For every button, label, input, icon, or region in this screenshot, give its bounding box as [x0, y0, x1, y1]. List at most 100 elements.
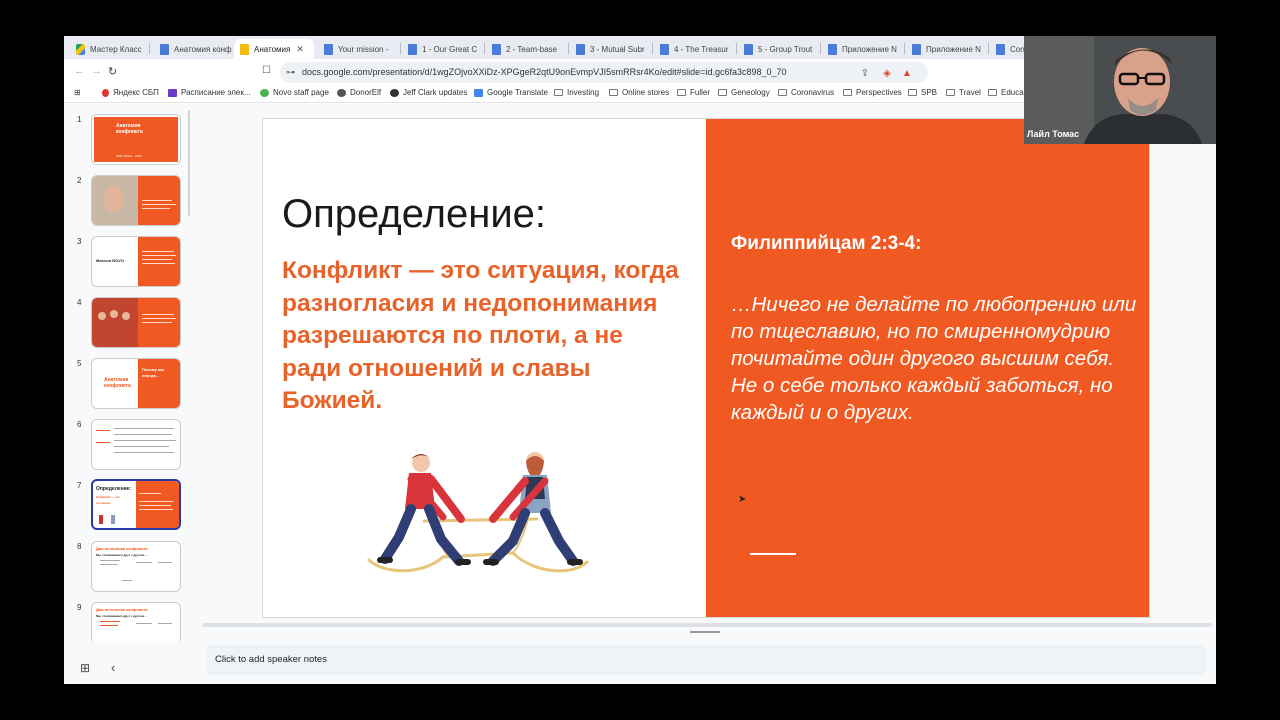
- bookmark-donorelf[interactable]: DonorElf: [337, 88, 381, 97]
- folder-icon: [677, 89, 686, 96]
- forward-icon[interactable]: →: [91, 65, 102, 77]
- bookmark-geneology[interactable]: Geneology: [718, 88, 770, 97]
- slide-definition[interactable]: Конфликт — это ситуация, когда разноглас…: [282, 255, 682, 418]
- speaker-notes[interactable]: Click to add speaker notes: [207, 645, 1206, 675]
- tab-master-class[interactable]: Мастер Класс: [70, 39, 146, 59]
- slide-thumbnail-2[interactable]: [91, 175, 181, 226]
- tug-of-war-illustration[interactable]: [363, 449, 593, 579]
- site-icon: [390, 88, 399, 97]
- bookmark-schedule[interactable]: Расписание элек...: [168, 88, 251, 97]
- bookmark-perspectives[interactable]: Perspectives: [843, 88, 902, 97]
- slide-number: 5: [77, 359, 82, 368]
- verse-reference[interactable]: Филиппийцам 2:3-4:: [731, 233, 921, 255]
- bookmark-online-stores[interactable]: Online stores: [609, 88, 669, 97]
- slide-canvas: Определение: Конфликт — это ситуация, ко…: [198, 104, 1216, 659]
- pin-icon: [102, 88, 109, 97]
- slide-thumbnail-5[interactable]: Анатомия конфликта Почему мы иногда...: [91, 358, 181, 409]
- tab-treasure[interactable]: 4 - The Treasur: [654, 39, 734, 59]
- site-icon: [260, 88, 269, 97]
- site-info-icon[interactable]: ⊶: [286, 67, 295, 78]
- docs-icon: [492, 43, 501, 55]
- tab-mutual-submission[interactable]: 3 - Mutual Subr: [570, 39, 650, 59]
- video-call-tile[interactable]: Лайл Томас: [1024, 36, 1216, 144]
- thumb-title: Анатомия конфликта: [116, 123, 143, 135]
- folder-icon: [778, 89, 787, 96]
- slides-editor: 1 Анатомия конфликта Лайл Томас · 2023 2…: [64, 104, 1216, 684]
- tab-group-trouble[interactable]: 5 - Group Trout: [738, 39, 818, 59]
- slide-number: 8: [77, 542, 82, 551]
- portrait-photo: [92, 176, 138, 225]
- participant-name: Лайл Томас: [1027, 129, 1080, 139]
- thumb-subtitle: Мы сталкиваемся друг с другом...: [96, 614, 147, 618]
- slides-icon: [240, 43, 249, 55]
- bookmark-fuller[interactable]: Fuller: [677, 88, 710, 97]
- slide-thumbnail-3[interactable]: Миссия NOVO: [91, 236, 181, 287]
- reload-icon[interactable]: ↻: [108, 65, 117, 78]
- thumb-figure: [111, 515, 115, 524]
- verse-panel[interactable]: Филиппийцам 2:3-4: …Ничего не делайте по…: [706, 119, 1149, 617]
- thumb-title: Анатомия конфликта: [104, 377, 131, 389]
- slide-number: 4: [77, 298, 82, 307]
- filmstrip-scrollbar[interactable]: [188, 110, 190, 216]
- thumb-title: Определение:: [96, 486, 132, 492]
- site-icon: [337, 88, 346, 97]
- slide-thumbnail-1[interactable]: Анатомия конфликта Лайл Томас · 2023: [91, 114, 181, 165]
- bookmark-coronavirus[interactable]: Coronavirus: [778, 88, 834, 97]
- slide-number: 1: [77, 115, 82, 124]
- slide-number: 6: [77, 420, 82, 429]
- slide-thumbnail-6[interactable]: [91, 419, 181, 470]
- brave-shield-icon[interactable]: ◈: [880, 67, 894, 81]
- collapse-filmstrip-icon[interactable]: ‹: [111, 660, 115, 675]
- rewards-icon[interactable]: ▲: [900, 67, 914, 81]
- apps-icon[interactable]: ⊞: [74, 88, 81, 97]
- tab-your-mission[interactable]: Your mission -: [318, 39, 398, 59]
- folder-icon: [946, 89, 955, 96]
- slide-title[interactable]: Определение:: [282, 192, 546, 237]
- bookmark-novo-staff[interactable]: Novo staff page: [260, 88, 329, 97]
- view-controls: ⊞ ‹: [64, 657, 194, 684]
- bookmark-page-icon[interactable]: ☐: [262, 65, 271, 76]
- slide-thumbnail-9[interactable]: Два источника конфликта Мы сталкиваемся …: [91, 602, 181, 641]
- group-photo: [92, 298, 138, 347]
- grid-view-icon[interactable]: ⊞: [80, 661, 90, 675]
- slide-thumbnail-4[interactable]: [91, 297, 181, 348]
- bookmark-spb[interactable]: SPB: [908, 88, 937, 97]
- tab-anatomy-slides[interactable]: Анатомия ✕: [234, 39, 314, 59]
- tab-team-based[interactable]: 2 - Team-base: [486, 39, 566, 59]
- bookmark-education[interactable]: Educa: [988, 88, 1024, 97]
- slide-thumbnail-7[interactable]: Определение: Конфликт — это ситуация...: [91, 479, 181, 530]
- docs-icon: [912, 43, 921, 55]
- slide-thumbnail-8[interactable]: Два источника конфликта Мы сталкиваемся …: [91, 541, 181, 592]
- drive-icon: [76, 43, 85, 55]
- verse-text[interactable]: …Ничего не делайте по любопрению или по …: [731, 291, 1141, 426]
- address-bar[interactable]: ⊶ docs.google.com/presentation/d/1wgZOjv…: [280, 62, 928, 83]
- thumb-subtitle: Мы сталкиваемся друг с другом...: [96, 553, 147, 557]
- back-icon[interactable]: ←: [74, 65, 85, 77]
- tab-our-great[interactable]: 1 - Our Great C: [402, 39, 482, 59]
- docs-icon: [828, 43, 837, 55]
- thumb-side-text: Почему мы иногда...: [142, 367, 165, 378]
- bookmark-jeff-clark[interactable]: Jeff Clark updates: [390, 88, 467, 97]
- notes-resize-handle[interactable]: [690, 631, 720, 633]
- folder-icon: [843, 89, 852, 96]
- bookmark-travel[interactable]: Travel: [946, 88, 981, 97]
- translate-icon: [474, 88, 483, 97]
- docs-icon: [576, 43, 585, 55]
- docs-icon: [660, 43, 669, 55]
- tab-anatomy-doc[interactable]: Анатомия конф: [154, 39, 232, 59]
- share-icon[interactable]: ⇪: [858, 67, 872, 81]
- thumb-figure: [99, 515, 103, 524]
- current-slide[interactable]: Определение: Конфликт — это ситуация, ко…: [262, 118, 1150, 618]
- bookmark-google-translate[interactable]: Google Translate: [474, 88, 548, 97]
- docs-icon: [408, 43, 417, 55]
- horizontal-scrollbar[interactable]: [202, 623, 1212, 627]
- url-text[interactable]: docs.google.com/presentation/d/1wgZOjvoX…: [302, 67, 787, 77]
- thumb-logo: Миссия NOVO: [96, 258, 124, 263]
- tab-appendix-1[interactable]: Приложение N: [822, 39, 902, 59]
- tab-appendix-2[interactable]: Приложение N: [906, 39, 986, 59]
- close-tab-icon[interactable]: ✕: [296, 44, 304, 55]
- docs-icon: [160, 43, 169, 55]
- bookmark-yandex[interactable]: Яндекс СБП: [102, 88, 159, 97]
- folder-icon: [718, 89, 727, 96]
- bookmark-investing[interactable]: Investing: [554, 88, 599, 97]
